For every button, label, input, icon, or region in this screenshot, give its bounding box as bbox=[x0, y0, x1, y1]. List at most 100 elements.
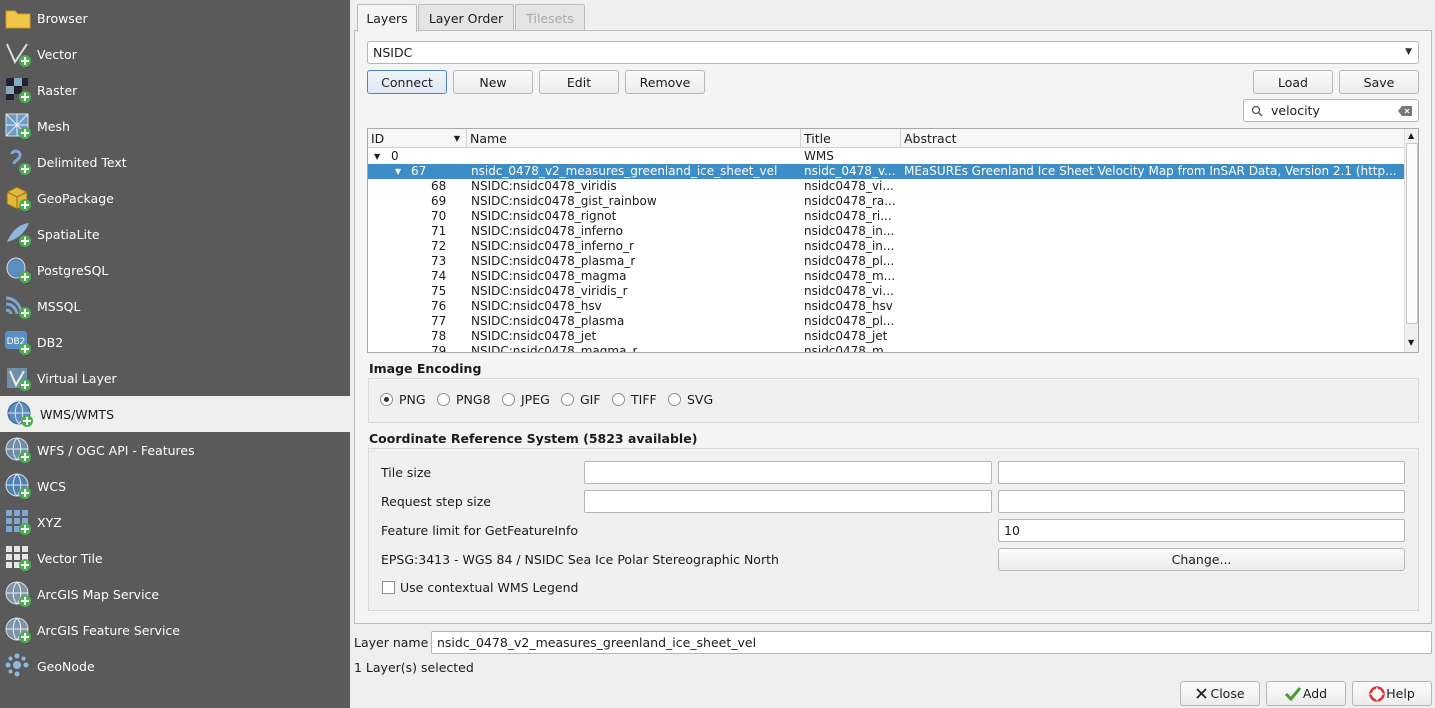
encoding-label-png8[interactable]: PNG8 bbox=[456, 392, 491, 407]
scrollbar-thumb[interactable] bbox=[1406, 143, 1418, 324]
column-header-abstract[interactable]: Abstract bbox=[901, 129, 1404, 148]
row-id: 76 bbox=[431, 299, 447, 313]
table-row-selected[interactable]: ▼ 67 nsidc_0478_v2_measures_greenland_ic… bbox=[368, 164, 1404, 179]
table-row[interactable]: 71 NSIDC:nsidc0478_inferno nsidc0478_in... bbox=[368, 224, 1404, 239]
encoding-radio-jpeg[interactable] bbox=[502, 393, 515, 406]
crs-title: Coordinate Reference System (5823 availa… bbox=[369, 431, 698, 446]
sidebar-item-geopackage[interactable]: GeoPackage bbox=[0, 180, 350, 216]
edit-button[interactable]: Edit bbox=[539, 70, 619, 94]
sidebar-item-raster[interactable]: Raster bbox=[0, 72, 350, 108]
sidebar-item-vector[interactable]: Vector bbox=[0, 36, 350, 72]
sidebar-item-label: XYZ bbox=[37, 514, 62, 530]
step-width-input[interactable] bbox=[584, 490, 992, 513]
feature-limit-input[interactable]: 10 bbox=[998, 519, 1405, 542]
step-height-input[interactable] bbox=[998, 490, 1405, 513]
sidebar-item-arcgis-map-service[interactable]: ArcGIS Map Service bbox=[0, 576, 350, 612]
row-name: NSIDC:nsidc0478_magma_r bbox=[471, 344, 638, 353]
scroll-up-icon[interactable]: ▲ bbox=[1408, 131, 1414, 140]
row-title: nsidc0478_pl... bbox=[804, 254, 895, 268]
encoding-label-png[interactable]: PNG bbox=[399, 392, 426, 407]
sidebar-item-arcgis-feature-service[interactable]: ArcGIS Feature Service bbox=[0, 612, 350, 648]
tab-layer-order[interactable]: Layer Order bbox=[418, 4, 514, 31]
table-row[interactable]: 70 NSIDC:nsidc0478_rignot nsidc0478_ri... bbox=[368, 209, 1404, 224]
sidebar-item-wfs[interactable]: WFS / OGC API - Features bbox=[0, 432, 350, 468]
encoding-radio-gif[interactable] bbox=[561, 393, 574, 406]
table-row[interactable]: 73 NSIDC:nsidc0478_plasma_r nsidc0478_pl..… bbox=[368, 254, 1404, 269]
sidebar-item-wms-wmts[interactable]: WMS/WMTS bbox=[0, 396, 350, 432]
row-title: nsidc0478_jet bbox=[804, 329, 888, 343]
table-row[interactable]: 77 NSIDC:nsidc0478_plasma nsidc0478_pl... bbox=[368, 314, 1404, 329]
table-row[interactable]: ▼ 0 WMS bbox=[368, 149, 1404, 164]
table-row[interactable]: 79 NSIDC:nsidc0478_magma_r nsidc0478_m... bbox=[368, 344, 1404, 353]
connection-select[interactable]: NSIDC ▼ bbox=[367, 41, 1419, 64]
row-name: nsidc_0478_v2_measures_greenland_ice_she… bbox=[471, 164, 778, 178]
sidebar-item-label: WMS/WMTS bbox=[40, 406, 115, 422]
sidebar-item-geonode[interactable]: GeoNode bbox=[0, 648, 350, 684]
encoding-label-gif[interactable]: GIF bbox=[580, 392, 601, 407]
tile-height-input[interactable] bbox=[998, 461, 1405, 484]
row-title: nsidc0478_hsv bbox=[804, 299, 893, 313]
layers-tree[interactable]: ID ▼ Name Title Abstract ▼ 0 WMS ▼ 67 ns… bbox=[367, 128, 1419, 353]
sidebar-item-wcs[interactable]: WCS bbox=[0, 468, 350, 504]
sidebar-item-postgresql[interactable]: PostgreSQL bbox=[0, 252, 350, 288]
table-row[interactable]: 72 NSIDC:nsidc0478_inferno_r nsidc0478_in.… bbox=[368, 239, 1404, 254]
encoding-radio-png8[interactable] bbox=[437, 393, 450, 406]
contextual-legend-checkbox[interactable] bbox=[382, 581, 395, 594]
column-header-id[interactable]: ID ▼ bbox=[368, 129, 467, 148]
row-title: WMS bbox=[804, 149, 834, 163]
sidebar-item-browser[interactable]: Browser bbox=[0, 0, 350, 36]
sidebar-item-xyz[interactable]: XYZ bbox=[0, 504, 350, 540]
sidebar-item-db2[interactable]: DB2 DB2 bbox=[0, 324, 350, 360]
row-id: 70 bbox=[431, 209, 447, 223]
help-button[interactable]: Help bbox=[1352, 681, 1432, 706]
layer-name-input[interactable]: nsidc_0478_v2_measures_greenland_ice_she… bbox=[431, 631, 1432, 654]
row-id: 77 bbox=[431, 314, 447, 328]
encoding-label-jpeg[interactable]: JPEG bbox=[521, 392, 550, 407]
add-button[interactable]: Add bbox=[1266, 681, 1346, 706]
encoding-label-svg[interactable]: SVG bbox=[687, 392, 713, 407]
row-id: 67 bbox=[411, 164, 427, 178]
sidebar-item-vector-tile[interactable]: Vector Tile bbox=[0, 540, 350, 576]
table-row[interactable]: 78 NSIDC:nsidc0478_jet nsidc0478_jet bbox=[368, 329, 1404, 344]
sidebar-item-spatialite[interactable]: SpatiaLite bbox=[0, 216, 350, 252]
sidebar-item-mssql[interactable]: MSSQL bbox=[0, 288, 350, 324]
folder-icon bbox=[5, 10, 31, 29]
scroll-down-icon[interactable]: ▼ bbox=[1408, 338, 1414, 347]
encoding-radio-png[interactable] bbox=[380, 393, 393, 406]
tree-scrollbar[interactable]: ▲ ▼ bbox=[1404, 129, 1418, 352]
sidebar-item-label: MSSQL bbox=[37, 298, 81, 314]
change-crs-button[interactable]: Change... bbox=[998, 548, 1405, 571]
save-button[interactable]: Save bbox=[1339, 70, 1419, 94]
encoding-label-tiff[interactable]: TIFF bbox=[631, 392, 657, 407]
tab-layers[interactable]: Layers bbox=[357, 4, 417, 32]
search-input[interactable]: velocity bbox=[1243, 99, 1419, 122]
connect-button[interactable]: Connect bbox=[367, 70, 447, 94]
encoding-radio-svg[interactable] bbox=[668, 393, 681, 406]
table-row[interactable]: 69 NSIDC:nsidc0478_gist_rainbow nsidc0478_… bbox=[368, 194, 1404, 209]
table-row[interactable]: 76 NSIDC:nsidc0478_hsv nsidc0478_hsv bbox=[368, 299, 1404, 314]
row-name: NSIDC:nsidc0478_magma bbox=[471, 269, 627, 283]
geopackage-icon bbox=[6, 186, 31, 211]
remove-button[interactable]: Remove bbox=[625, 70, 705, 94]
load-button[interactable]: Load bbox=[1253, 70, 1333, 94]
clear-icon[interactable] bbox=[1398, 106, 1412, 116]
table-row[interactable]: 75 NSIDC:nsidc0478_viridis_r nsidc0478_vi.… bbox=[368, 284, 1404, 299]
feature-limit-value: 10 bbox=[1004, 523, 1020, 538]
sidebar-item-delimited-text[interactable]: Delimited Text bbox=[0, 144, 350, 180]
sidebar-item-label: Raster bbox=[37, 82, 78, 98]
sidebar-item-label: WCS bbox=[37, 478, 67, 494]
tile-size-label: Tile size bbox=[381, 465, 432, 480]
table-row[interactable]: 74 NSIDC:nsidc0478_magma nsidc0478_m... bbox=[368, 269, 1404, 284]
close-button[interactable]: Close bbox=[1180, 681, 1260, 706]
column-header-title[interactable]: Title bbox=[801, 129, 901, 148]
contextual-legend-label[interactable]: Use contextual WMS Legend bbox=[400, 580, 578, 595]
expand-arrow-icon[interactable]: ▼ bbox=[395, 164, 401, 179]
encoding-radio-tiff[interactable] bbox=[612, 393, 625, 406]
expand-arrow-icon[interactable]: ▼ bbox=[374, 149, 380, 164]
column-header-name[interactable]: Name bbox=[467, 129, 801, 148]
tile-width-input[interactable] bbox=[584, 461, 992, 484]
new-button[interactable]: New bbox=[453, 70, 533, 94]
table-row[interactable]: 68 NSIDC:nsidc0478_viridis nsidc0478_vi... bbox=[368, 179, 1404, 194]
sidebar-item-mesh[interactable]: Mesh bbox=[0, 108, 350, 144]
sidebar-item-virtual-layer[interactable]: Virtual Layer bbox=[0, 360, 350, 396]
